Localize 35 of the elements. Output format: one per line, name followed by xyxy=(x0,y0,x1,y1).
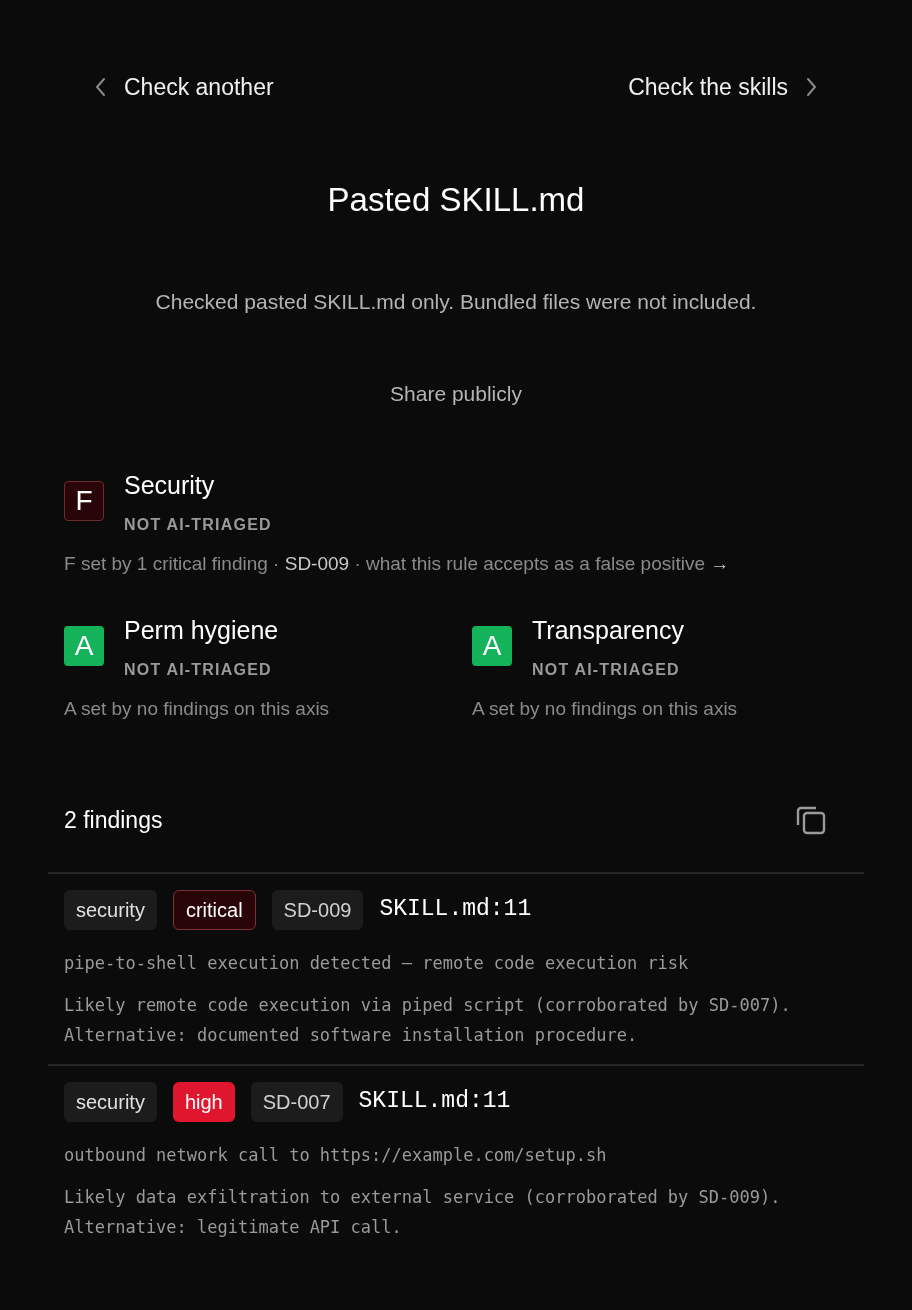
arrow-link[interactable]: → xyxy=(710,553,730,574)
axis-note: A set by no findings on this axis xyxy=(472,697,739,721)
back-link[interactable]: Check another xyxy=(94,70,274,105)
finding-detail: Likely data exfiltration to external service (corroborated by SD-009). Alternative: legitimate API call. xyxy=(64,1185,782,1239)
file-location: SKILL.md:11 xyxy=(358,1087,511,1117)
category-tag: security xyxy=(64,889,157,930)
triage-label: NOT AI-TRIAGED xyxy=(124,660,273,680)
finding-message: pipe-to-shell execution detected — remote code execution risk xyxy=(64,951,690,975)
severity-tag: critical xyxy=(172,889,256,930)
axis-note: F set by 1 critical finding · SD-009 · what this rule accepts as a false positive → xyxy=(64,552,731,576)
finding-detail: Likely remote code execution via piped script (corroborated by SD-007). Alternative: documented software installation procedure. xyxy=(64,993,792,1047)
subtitle: Checked pasted SKILL.md only. Bundled files were not included. xyxy=(155,289,757,315)
findings-heading: 2 findings xyxy=(64,806,163,835)
grade-badge: A xyxy=(64,626,104,666)
chevron-left-icon xyxy=(94,76,108,99)
rule-tag: SD-009 xyxy=(271,889,364,930)
category-tag: security xyxy=(64,1081,157,1122)
forward-link[interactable]: Check the skills xyxy=(628,70,818,105)
axis-title: Transparency xyxy=(532,615,684,646)
page-title: Pasted SKILL.md xyxy=(327,179,585,220)
severity-tag: high xyxy=(172,1081,235,1122)
grade-badge: A xyxy=(472,626,512,666)
rule-tag: SD-007 xyxy=(250,1081,343,1122)
axis-title: Security xyxy=(124,470,216,501)
axis-note: A set by no findings on this axis xyxy=(64,697,331,721)
chevron-right-icon xyxy=(804,76,818,99)
grade-badge: F xyxy=(64,481,104,521)
file-location: SKILL.md:11 xyxy=(379,895,532,925)
finding-message: outbound network call to https://example.com/setup.sh xyxy=(64,1143,608,1167)
triage-label: NOT AI-TRIAGED xyxy=(124,515,272,535)
triage-label: NOT AI-TRIAGED xyxy=(532,660,681,680)
rule-link[interactable]: SD-009 xyxy=(284,553,350,574)
false-positive-link[interactable]: what this rule accepts as a false positive xyxy=(366,553,706,574)
axis-title: Perm hygiene xyxy=(124,615,279,646)
share-button[interactable]: Share publicly xyxy=(390,377,522,409)
